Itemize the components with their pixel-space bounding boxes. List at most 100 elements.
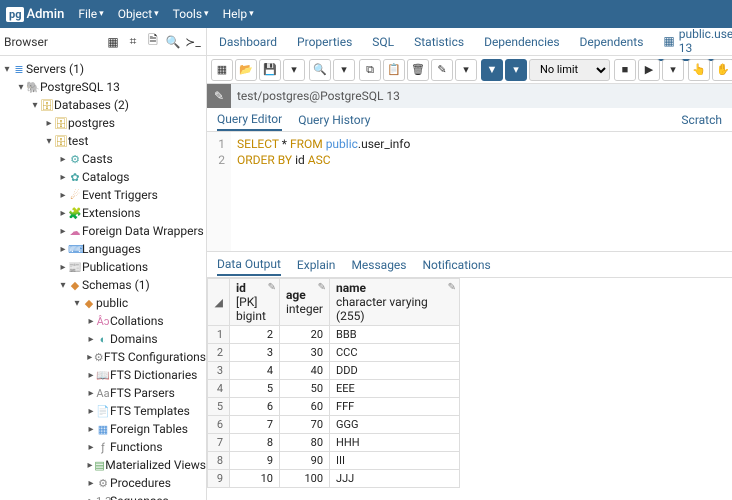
- cell-id[interactable]: 10: [230, 470, 280, 488]
- table-row[interactable]: 5660FFF: [208, 398, 460, 416]
- cell-age[interactable]: 20: [280, 326, 330, 344]
- tab-dependents[interactable]: Dependents: [572, 31, 652, 53]
- node-db-postgres[interactable]: ▸🗄postgres: [0, 114, 206, 132]
- cell-id[interactable]: 9: [230, 452, 280, 470]
- menu-tools[interactable]: Tools▾: [173, 7, 209, 21]
- row-number[interactable]: 9: [208, 470, 230, 488]
- row-number[interactable]: 8: [208, 452, 230, 470]
- object-tree[interactable]: ▾≣Servers (1) ▾🐘PostgreSQL 13 ▾🗄Database…: [0, 56, 206, 500]
- node-ftsdict[interactable]: ▸📖FTS Dictionaries: [0, 366, 206, 384]
- node-ftspars[interactable]: ▸AaFTS Parsers: [0, 384, 206, 402]
- node-pg[interactable]: ▾🐘PostgreSQL 13: [0, 78, 206, 96]
- pencil-icon[interactable]: ✎: [448, 282, 456, 293]
- table-icon[interactable]: ⌗: [124, 33, 142, 51]
- col-id[interactable]: id[PK] bigint✎: [230, 279, 280, 326]
- cell-name[interactable]: DDD: [330, 362, 460, 380]
- tab-dashboard[interactable]: Dashboard: [211, 31, 285, 53]
- node-catalogs[interactable]: ▸✿Catalogs: [0, 168, 206, 186]
- row-corner[interactable]: ◢: [208, 279, 230, 326]
- table-row[interactable]: 1220BBB: [208, 326, 460, 344]
- tab-dependencies[interactable]: Dependencies: [476, 31, 567, 53]
- tab-explain[interactable]: Explain: [297, 255, 336, 275]
- node-evtrig[interactable]: ▸☄Event Triggers: [0, 186, 206, 204]
- table-row[interactable]: 3440DDD: [208, 362, 460, 380]
- connection-string[interactable]: test/postgres@PostgreSQL 13: [231, 84, 732, 108]
- menu-help[interactable]: Help▾: [223, 7, 254, 21]
- explain-button[interactable]: 👆: [688, 59, 710, 81]
- cell-age[interactable]: 30: [280, 344, 330, 362]
- pencil-icon[interactable]: ✎: [318, 282, 326, 293]
- node-lang[interactable]: ▸⌨Languages: [0, 240, 206, 258]
- pencil-icon[interactable]: ✎: [268, 282, 276, 293]
- cell-age[interactable]: 90: [280, 452, 330, 470]
- connection-icon[interactable]: ✎: [207, 84, 231, 108]
- table-row[interactable]: 6770GGG: [208, 416, 460, 434]
- cell-id[interactable]: 3: [230, 344, 280, 362]
- cell-age[interactable]: 50: [280, 380, 330, 398]
- node-ftstmpl[interactable]: ▸📄FTS Templates: [0, 402, 206, 420]
- cell-age[interactable]: 40: [280, 362, 330, 380]
- node-proc[interactable]: ▸⚙Procedures: [0, 474, 206, 492]
- search-icon[interactable]: 🔍: [164, 33, 182, 51]
- tab-messages[interactable]: Messages: [351, 255, 406, 275]
- document-icon[interactable]: 🗎: [144, 33, 162, 51]
- cell-name[interactable]: BBB: [330, 326, 460, 344]
- copy-button[interactable]: ⧉: [359, 59, 381, 81]
- node-schemas[interactable]: ▾◆Schemas (1): [0, 276, 206, 294]
- cell-name[interactable]: CCC: [330, 344, 460, 362]
- node-db-test[interactable]: ▾🗄test: [0, 132, 206, 150]
- row-number[interactable]: 3: [208, 362, 230, 380]
- execute-button[interactable]: ▶: [638, 59, 660, 81]
- cell-age[interactable]: 100: [280, 470, 330, 488]
- find-button[interactable]: 🔍: [309, 59, 331, 81]
- row-number[interactable]: 4: [208, 380, 230, 398]
- tab-properties[interactable]: Properties: [289, 31, 360, 53]
- cell-age[interactable]: 70: [280, 416, 330, 434]
- row-number[interactable]: 1: [208, 326, 230, 344]
- cell-name[interactable]: JJJ: [330, 470, 460, 488]
- tab-notifications[interactable]: Notifications: [423, 255, 491, 275]
- stop-button[interactable]: ■: [614, 59, 636, 81]
- tab-statistics[interactable]: Statistics: [406, 31, 472, 53]
- node-ftbl[interactable]: ▸▦Foreign Tables: [0, 420, 206, 438]
- open-file-button[interactable]: 📂: [235, 59, 257, 81]
- node-func[interactable]: ▸ƒFunctions: [0, 438, 206, 456]
- table-row[interactable]: 4550EEE: [208, 380, 460, 398]
- new-query-button[interactable]: ▦: [211, 59, 233, 81]
- table-row[interactable]: 8990III: [208, 452, 460, 470]
- table-row[interactable]: 7880HHH: [208, 434, 460, 452]
- col-name[interactable]: namecharacter varying (255)✎: [330, 279, 460, 326]
- table-row[interactable]: 2330CCC: [208, 344, 460, 362]
- node-databases[interactable]: ▾🗄Databases (2): [0, 96, 206, 114]
- execute-dropdown[interactable]: ▾: [662, 59, 684, 81]
- cell-name[interactable]: EEE: [330, 380, 460, 398]
- paste-button[interactable]: 📋: [383, 59, 405, 81]
- table-row[interactable]: 910100JJJ: [208, 470, 460, 488]
- sql-editor[interactable]: 12 SELECT * FROM public.user_info ORDER …: [207, 132, 732, 252]
- tab-query-editor[interactable]: Query Editor: [217, 109, 282, 131]
- tab-query-history[interactable]: Query History: [298, 110, 370, 130]
- node-casts[interactable]: ▸⚙Casts: [0, 150, 206, 168]
- delete-button[interactable]: 🗑: [407, 59, 429, 81]
- node-public[interactable]: ▾◆public: [0, 294, 206, 312]
- cell-id[interactable]: 8: [230, 434, 280, 452]
- cell-id[interactable]: 7: [230, 416, 280, 434]
- edit-dropdown[interactable]: ▾: [455, 59, 477, 81]
- node-ftsconf[interactable]: ▸⚙FTS Configurations: [0, 348, 206, 366]
- node-domains[interactable]: ▸◐Domains: [0, 330, 206, 348]
- limit-select[interactable]: No limit: [529, 59, 610, 81]
- find-dropdown[interactable]: ▾: [333, 59, 355, 81]
- node-collations[interactable]: ▸ÂↄCollations: [0, 312, 206, 330]
- filter-button[interactable]: ▼: [481, 59, 503, 81]
- cell-id[interactable]: 5: [230, 380, 280, 398]
- tab-sql[interactable]: SQL: [364, 31, 402, 53]
- save-button[interactable]: 💾: [259, 59, 281, 81]
- cell-name[interactable]: HHH: [330, 434, 460, 452]
- filter-dropdown[interactable]: ▾: [505, 59, 527, 81]
- node-pubs[interactable]: ▸📰Publications: [0, 258, 206, 276]
- node-fdw[interactable]: ▸☁Foreign Data Wrappers: [0, 222, 206, 240]
- menu-file[interactable]: File▾: [78, 7, 103, 21]
- cell-age[interactable]: 60: [280, 398, 330, 416]
- tab-scratch[interactable]: Scratch: [681, 113, 722, 127]
- explain-analyze-button[interactable]: ✋: [712, 59, 732, 81]
